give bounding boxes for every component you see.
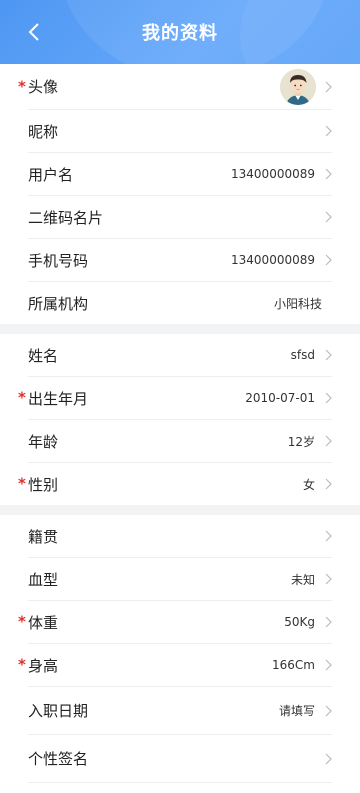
row-label: 个性签名 [28, 750, 89, 768]
row-label: 体重 [28, 613, 59, 632]
row-hire-date[interactable]: 入职日期 请填写 [28, 687, 332, 735]
row-label: 籍贯 [28, 527, 59, 546]
profile-group-basic: 姓名 sfsd * 出生年月 2010-07-01 年龄 12岁 * 性别 女 [0, 334, 360, 505]
row-age[interactable]: 年龄 12岁 [28, 420, 332, 463]
row-height[interactable]: * 身高 166Cm [18, 644, 332, 687]
row-organization[interactable]: 所属机构 小阳科技 [28, 282, 332, 324]
row-weight[interactable]: * 体重 50Kg [18, 601, 332, 644]
section-divider [0, 324, 360, 334]
row-label: 姓名 [28, 346, 59, 365]
page-title: 我的资料 [142, 23, 218, 44]
chevron-right-icon [325, 349, 332, 361]
required-mark: * [18, 77, 26, 96]
chevron-right-icon [325, 753, 332, 765]
profile-group-account: * 头像 昵称 用户名 13400000089 二维码名片 手机号码 13400… [0, 64, 360, 324]
row-value: 2010-07-01 [245, 391, 315, 405]
required-mark: * [18, 612, 26, 631]
row-value: 女 [302, 477, 315, 492]
row-value: 小阳科技 [273, 296, 322, 311]
row-label: 性别 [28, 475, 59, 494]
row-label: 出生年月 [28, 389, 89, 408]
row-value: 13400000089 [231, 253, 315, 267]
required-mark: * [18, 474, 26, 493]
row-label: 所属机构 [28, 294, 89, 313]
chevron-right-icon [325, 530, 332, 542]
required-mark: * [18, 388, 26, 407]
row-label: 二维码名片 [28, 208, 104, 227]
row-username[interactable]: 用户名 13400000089 [28, 153, 332, 196]
row-birth-date[interactable]: * 出生年月 2010-07-01 [18, 377, 332, 420]
row-blood-type[interactable]: 血型 未知 [28, 558, 332, 601]
row-value: sfsd [290, 348, 315, 362]
chevron-right-icon [325, 211, 332, 223]
row-phone[interactable]: 手机号码 13400000089 [28, 239, 332, 282]
chevron-right-icon [325, 81, 332, 93]
row-gender[interactable]: * 性别 女 [18, 463, 332, 505]
row-value: 未知 [290, 572, 315, 587]
row-value: 50Kg [284, 615, 315, 629]
row-label: 用户名 [28, 165, 74, 184]
section-divider [0, 505, 360, 515]
row-label: 入职日期 [28, 702, 89, 720]
row-value: 12岁 [287, 434, 315, 449]
profile-group-details: 籍贯 血型 未知 * 体重 50Kg * 身高 166Cm 入职日期 请填写 个… [0, 515, 360, 783]
chevron-right-icon [325, 705, 332, 717]
row-label: 身高 [28, 656, 59, 675]
required-mark: * [18, 655, 26, 674]
chevron-right-icon [325, 435, 332, 447]
row-avatar[interactable]: * 头像 [18, 64, 332, 110]
row-name[interactable]: 姓名 sfsd [28, 334, 332, 377]
chevron-right-icon [325, 125, 332, 137]
row-label: 头像 [28, 78, 59, 96]
row-label: 血型 [28, 570, 59, 589]
avatar-image [280, 68, 316, 105]
avatar[interactable] [280, 68, 316, 105]
row-nickname[interactable]: 昵称 [28, 110, 332, 153]
row-value: 13400000089 [231, 167, 315, 181]
chevron-right-icon [325, 573, 332, 585]
row-value: 请填写 [278, 704, 315, 718]
row-signature[interactable]: 个性签名 [28, 735, 332, 783]
row-label: 昵称 [28, 122, 59, 141]
chevron-right-icon [325, 478, 332, 490]
row-label: 年龄 [28, 432, 59, 451]
chevron-right-icon [325, 254, 332, 266]
row-label: 手机号码 [28, 251, 89, 270]
chevron-right-icon [325, 659, 332, 671]
row-hometown[interactable]: 籍贯 [28, 515, 332, 558]
profile-card: * 头像 昵称 用户名 13400000089 二维码名片 手机号码 13400… [0, 64, 360, 793]
chevron-right-icon [325, 616, 332, 628]
row-qr-card[interactable]: 二维码名片 [28, 196, 332, 239]
chevron-right-icon [325, 392, 332, 404]
row-value: 166Cm [272, 658, 315, 672]
chevron-right-icon [325, 168, 332, 180]
